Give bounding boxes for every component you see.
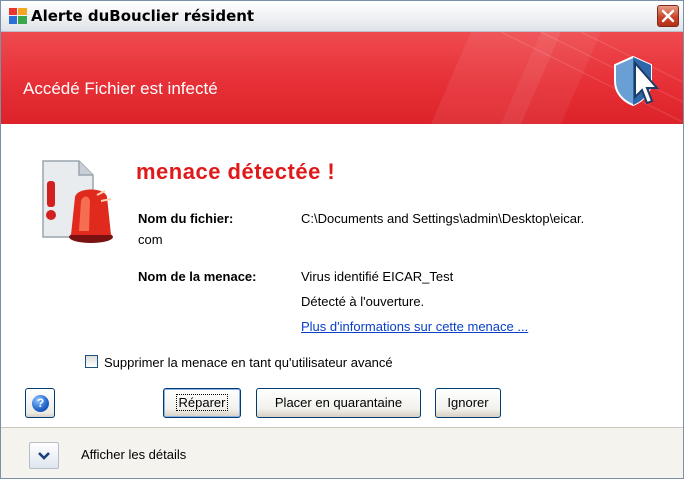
close-icon — [661, 9, 675, 23]
question-icon: ? — [32, 395, 49, 412]
repair-button[interactable]: Réparer — [163, 388, 241, 418]
threat-name-value: Virus identifié EICAR_Test — [301, 269, 454, 284]
alert-banner: Accédé Fichier est infecté — [1, 32, 683, 124]
file-name-value: C:\Documents and Settings\admin\Desktop\… — [301, 211, 585, 226]
window-title: Alerte duBouclier résident — [31, 7, 255, 25]
detected-note: Détecté à l'ouverture. — [301, 294, 425, 309]
file-name-label: Nom du fichier: — [138, 211, 234, 226]
quarantine-button[interactable]: Placer en quarantaine — [256, 388, 421, 418]
title-bar[interactable]: Alerte duBouclier résident — [1, 1, 683, 32]
shield-cursor-icon — [614, 55, 660, 107]
alert-window: Alerte duBouclier résident Accédé Fichie… — [0, 0, 684, 479]
ignore-button-label: Ignorer — [447, 395, 489, 410]
avg-logo-icon — [9, 8, 27, 24]
chevron-down-icon — [38, 452, 50, 460]
banner-title: Accédé Fichier est infecté — [23, 79, 218, 98]
show-details-button[interactable] — [29, 442, 59, 469]
file-name-value-wrap: com — [138, 232, 163, 247]
ignore-button[interactable]: Ignorer — [435, 388, 501, 418]
banner-decoration — [431, 32, 683, 124]
alarm-document-icon — [42, 160, 113, 243]
quarantine-button-label: Placer en quarantaine — [274, 395, 403, 410]
threat-name-label: Nom de la menace: — [138, 269, 257, 284]
repair-button-label: Réparer — [175, 394, 229, 411]
advanced-delete-checkbox[interactable] — [85, 355, 98, 368]
threat-heading: menace détectée ! — [136, 159, 336, 184]
close-button[interactable] — [657, 5, 679, 27]
more-info-link[interactable]: Plus d'informations sur cette menace ... — [301, 319, 528, 334]
help-button[interactable]: ? — [25, 388, 55, 418]
show-details-label[interactable]: Afficher les détails — [81, 447, 186, 462]
advanced-delete-label[interactable]: Supprimer la menace en tant qu'utilisate… — [104, 355, 393, 370]
